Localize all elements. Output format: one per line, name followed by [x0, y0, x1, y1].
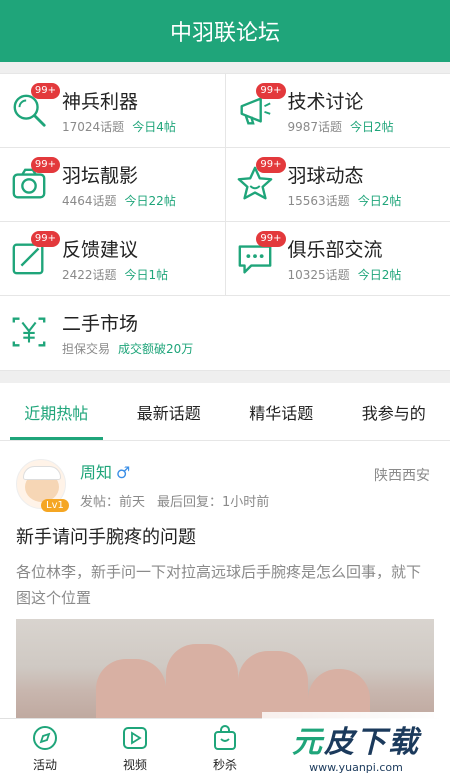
- forum-title: 羽坛靓影: [62, 164, 139, 187]
- forum-today-count: 今日2帖: [357, 193, 402, 208]
- nav-label: 视频: [122, 758, 147, 772]
- compass-icon: [33, 726, 57, 750]
- camera-icon: 99+: [10, 156, 60, 205]
- forum-item-jingying[interactable]: 99+ 羽坛靓影 4464话题 今日22帖: [0, 148, 225, 221]
- forum-today-count: 成交额破20万: [118, 342, 194, 356]
- unread-badge: 99+: [256, 230, 286, 247]
- post-location: 陕西西安: [374, 468, 430, 484]
- forum-grid: 99+ 神兵利器 17024话题 今日4帖 99+ 技术讨论 9987话题 今日2帖…: [0, 73, 450, 371]
- tab-recent-hot[interactable]: 近期热帖: [0, 383, 113, 440]
- post-image[interactable]: [16, 619, 434, 721]
- forum-item-shenbing[interactable]: 99+ 神兵利器 17024话题 今日4帖: [0, 74, 225, 147]
- chat-icon: 99+: [236, 230, 286, 279]
- level-badge: Lv1: [41, 499, 69, 512]
- post-card[interactable]: Lv1 周知 ♂ 发帖：前天 最后回复：1小时前 陕西西安 新手请问手腕疼的问题 各…: [0, 441, 450, 721]
- edit-icon: 99+: [10, 230, 60, 279]
- nav-activity[interactable]: 活动: [0, 719, 90, 778]
- megaphone-icon: 99+: [236, 82, 286, 131]
- nav-label: 活动: [32, 758, 57, 772]
- forum-item-jishu[interactable]: 99+ 技术讨论 9987话题 今日2帖: [224, 74, 450, 147]
- yen-icon: [10, 313, 50, 353]
- topic-tabs: 近期热帖 最新话题 精华话题 我参与的: [0, 383, 450, 441]
- search-magnifier-icon: 99+: [10, 82, 60, 131]
- forum-topic-count: 15563话题: [287, 193, 350, 208]
- forum-title: 二手市场: [62, 313, 139, 335]
- watermark-url: www.yuanpi.com: [309, 760, 403, 774]
- forum-item-julebu[interactable]: 99+ 俱乐部交流 10325话题 今日2帖: [224, 222, 450, 295]
- forum-title: 俱乐部交流: [287, 238, 383, 261]
- post-body: 各位林李，新手问一下对拉高远球后手腕疼是怎么回事，就下图这个位置: [16, 563, 422, 607]
- forum-topic-count: 10325话题: [287, 267, 350, 282]
- author-name[interactable]: 周知: [80, 463, 112, 482]
- page-title: 中羽联论坛: [169, 21, 280, 46]
- post-title[interactable]: 新手请问手腕疼的问题: [16, 523, 434, 549]
- last-reply-time: 最后回复：1小时前: [157, 495, 270, 510]
- forum-today-count: 今日2帖: [350, 119, 394, 134]
- nav-label: 秒杀: [212, 758, 237, 772]
- nav-flash-sale[interactable]: 秒杀: [180, 719, 270, 778]
- tab-latest[interactable]: 最新话题: [113, 383, 226, 440]
- forum-item-ershou[interactable]: 二手市场 担保交易 成交额破20万: [0, 296, 450, 370]
- forum-today-count: 今日22帖: [124, 193, 176, 208]
- male-gender-icon: ♂: [116, 463, 131, 482]
- post-time: 发帖：前天: [80, 495, 146, 510]
- tab-participated[interactable]: 我参与的: [338, 383, 450, 440]
- watermark-title-b: 皮下载: [324, 724, 420, 760]
- forum-title: 反馈建议: [62, 238, 139, 261]
- avatar[interactable]: Lv1: [16, 459, 69, 512]
- app-header: 中羽联论坛: [0, 0, 450, 62]
- unread-badge: 99+: [256, 156, 286, 173]
- forum-topic-count: 9987话题: [287, 119, 343, 134]
- star-face-icon: 99+: [236, 156, 286, 205]
- unread-badge: 99+: [256, 82, 286, 99]
- shopping-bag-icon: [214, 725, 236, 750]
- forum-title: 技术讨论: [287, 90, 364, 113]
- unread-badge: 99+: [30, 156, 60, 173]
- watermark-title-a: 元: [292, 724, 324, 760]
- tab-featured[interactable]: 精华话题: [225, 383, 338, 440]
- play-icon: [123, 727, 147, 749]
- unread-badge: 99+: [30, 230, 60, 247]
- forum-title: 羽球动态: [287, 164, 364, 187]
- forum-item-dongtai[interactable]: 99+ 羽球动态 15563话题 今日2帖: [224, 148, 450, 221]
- forum-topic-count: 17024话题: [62, 119, 125, 134]
- forum-topic-count: 4464话题: [62, 193, 117, 208]
- unread-badge: 99+: [30, 82, 60, 99]
- forum-today-count: 今日1帖: [124, 267, 169, 282]
- forum-item-fankui[interactable]: 99+ 反馈建议 2422话题 今日1帖: [0, 222, 225, 295]
- forum-topic-count: 担保交易: [62, 342, 111, 356]
- nav-video[interactable]: 视频: [90, 719, 180, 778]
- watermark-logo: 元皮下载 www.yuanpi.com: [262, 712, 450, 778]
- forum-today-count: 今日4帖: [132, 119, 176, 134]
- forum-today-count: 今日2帖: [357, 267, 402, 282]
- forum-title: 神兵利器: [62, 90, 139, 113]
- forum-topic-count: 2422话题: [62, 267, 117, 282]
